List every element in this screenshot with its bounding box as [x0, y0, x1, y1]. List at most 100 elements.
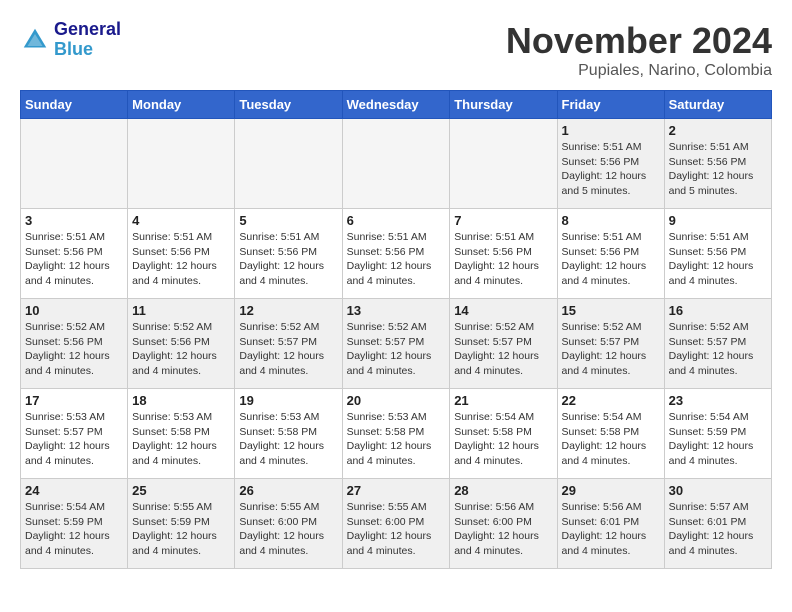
day-info: Sunrise: 5:53 AM Sunset: 5:58 PM Dayligh…: [132, 410, 230, 469]
day-cell: 8Sunrise: 5:51 AM Sunset: 5:56 PM Daylig…: [557, 209, 664, 299]
day-number: 29: [562, 483, 660, 498]
day-info: Sunrise: 5:51 AM Sunset: 5:56 PM Dayligh…: [132, 230, 230, 289]
logo-icon: [20, 25, 50, 55]
day-number: 3: [25, 213, 123, 228]
day-number: 4: [132, 213, 230, 228]
day-cell: 25 Sunrise: 5:55 AM Sunset: 5:59 PM Dayli…: [128, 479, 235, 569]
day-cell: 30 Sunrise: 5:57 AM Sunset: 6:01 PM Dayli…: [664, 479, 771, 569]
day-number: 21: [454, 393, 552, 408]
day-info: Sunrise: 5:51 AM Sunset: 5:56 PM Dayligh…: [454, 230, 552, 289]
weekday-header-saturday: Saturday: [664, 91, 771, 119]
day-info: Sunrise: 5:55 AM Sunset: 5:59 PM Dayligh…: [132, 500, 230, 559]
day-cell: [450, 119, 557, 209]
day-cell: 5 Sunrise: 5:51 AM Sunset: 5:56 PM Daylig…: [235, 209, 342, 299]
page-header: General Blue November 2024 Pupiales, Nar…: [20, 20, 772, 80]
day-number: 24: [25, 483, 123, 498]
day-cell: 24Sunrise: 5:54 AM Sunset: 5:59 PM Dayli…: [21, 479, 128, 569]
day-info: Sunrise: 5:51 AM Sunset: 5:56 PM Dayligh…: [669, 140, 767, 199]
weekday-header-wednesday: Wednesday: [342, 91, 450, 119]
logo: General Blue: [20, 20, 121, 60]
day-number: 15: [562, 303, 660, 318]
day-info: Sunrise: 5:54 AM Sunset: 5:58 PM Dayligh…: [454, 410, 552, 469]
day-number: 17: [25, 393, 123, 408]
day-info: Sunrise: 5:52 AM Sunset: 5:57 PM Dayligh…: [669, 320, 767, 379]
day-number: 12: [239, 303, 337, 318]
day-cell: 29 Sunrise: 5:56 AM Sunset: 6:01 PM Dayli…: [557, 479, 664, 569]
day-info: Sunrise: 5:51 AM Sunset: 5:56 PM Dayligh…: [347, 230, 446, 289]
day-info: Sunrise: 5:56 AM Sunset: 6:00 PM Dayligh…: [454, 500, 552, 559]
day-number: 25: [132, 483, 230, 498]
day-info: Sunrise: 5:53 AM Sunset: 5:58 PM Dayligh…: [239, 410, 337, 469]
day-number: 27: [347, 483, 446, 498]
day-info: Sunrise: 5:55 AM Sunset: 6:00 PM Dayligh…: [347, 500, 446, 559]
weekday-header-friday: Friday: [557, 91, 664, 119]
day-info: Sunrise: 5:56 AM Sunset: 6:01 PM Dayligh…: [562, 500, 660, 559]
day-cell: 21 Sunrise: 5:54 AM Sunset: 5:58 PM Dayli…: [450, 389, 557, 479]
day-number: 7: [454, 213, 552, 228]
day-info: Sunrise: 5:57 AM Sunset: 6:01 PM Dayligh…: [669, 500, 767, 559]
day-cell: 16 Sunrise: 5:52 AM Sunset: 5:57 PM Dayli…: [664, 299, 771, 389]
day-info: Sunrise: 5:55 AM Sunset: 6:00 PM Dayligh…: [239, 500, 337, 559]
day-number: 1: [562, 123, 660, 138]
day-number: 6: [347, 213, 446, 228]
calendar-table: SundayMondayTuesdayWednesdayThursdayFrid…: [20, 90, 772, 569]
weekday-header-thursday: Thursday: [450, 91, 557, 119]
week-row-3: 10 Sunrise: 5:52 AM Sunset: 5:56 PM Dayli…: [21, 299, 772, 389]
day-cell: 10 Sunrise: 5:52 AM Sunset: 5:56 PM Dayli…: [21, 299, 128, 389]
logo-general: General: [54, 20, 121, 40]
week-row-4: 17 Sunrise: 5:53 AM Sunset: 5:57 PM Dayli…: [21, 389, 772, 479]
day-cell: 22 Sunrise: 5:54 AM Sunset: 5:58 PM Dayli…: [557, 389, 664, 479]
day-cell: 18Sunrise: 5:53 AM Sunset: 5:58 PM Dayli…: [128, 389, 235, 479]
day-number: 19: [239, 393, 337, 408]
day-info: Sunrise: 5:52 AM Sunset: 5:56 PM Dayligh…: [132, 320, 230, 379]
day-info: Sunrise: 5:52 AM Sunset: 5:56 PM Dayligh…: [25, 320, 123, 379]
logo-blue: Blue: [54, 40, 121, 60]
week-row-2: 3 Sunrise: 5:51 AM Sunset: 5:56 PM Daylig…: [21, 209, 772, 299]
day-info: Sunrise: 5:52 AM Sunset: 5:57 PM Dayligh…: [562, 320, 660, 379]
day-cell: [235, 119, 342, 209]
day-cell: 26 Sunrise: 5:55 AM Sunset: 6:00 PM Dayli…: [235, 479, 342, 569]
day-number: 16: [669, 303, 767, 318]
day-cell: 6 Sunrise: 5:51 AM Sunset: 5:56 PM Daylig…: [342, 209, 450, 299]
week-row-5: 24Sunrise: 5:54 AM Sunset: 5:59 PM Dayli…: [21, 479, 772, 569]
day-cell: 13Sunrise: 5:52 AM Sunset: 5:57 PM Dayli…: [342, 299, 450, 389]
day-number: 28: [454, 483, 552, 498]
day-number: 2: [669, 123, 767, 138]
day-cell: 17 Sunrise: 5:53 AM Sunset: 5:57 PM Dayli…: [21, 389, 128, 479]
day-cell: 20Sunrise: 5:53 AM Sunset: 5:58 PM Dayli…: [342, 389, 450, 479]
weekday-header-tuesday: Tuesday: [235, 91, 342, 119]
day-info: Sunrise: 5:51 AM Sunset: 5:56 PM Dayligh…: [669, 230, 767, 289]
day-info: Sunrise: 5:51 AM Sunset: 5:56 PM Dayligh…: [562, 140, 660, 199]
day-cell: [21, 119, 128, 209]
day-number: 30: [669, 483, 767, 498]
month-title: November 2024: [506, 20, 772, 62]
day-info: Sunrise: 5:52 AM Sunset: 5:57 PM Dayligh…: [239, 320, 337, 379]
day-number: 26: [239, 483, 337, 498]
day-cell: 28 Sunrise: 5:56 AM Sunset: 6:00 PM Dayli…: [450, 479, 557, 569]
day-cell: 4 Sunrise: 5:51 AM Sunset: 5:56 PM Daylig…: [128, 209, 235, 299]
day-number: 23: [669, 393, 767, 408]
day-cell: 3Sunrise: 5:51 AM Sunset: 5:56 PM Daylig…: [21, 209, 128, 299]
day-cell: 2 Sunrise: 5:51 AM Sunset: 5:56 PM Daylig…: [664, 119, 771, 209]
day-number: 14: [454, 303, 552, 318]
day-number: 10: [25, 303, 123, 318]
day-cell: 9Sunrise: 5:51 AM Sunset: 5:56 PM Daylig…: [664, 209, 771, 299]
day-number: 22: [562, 393, 660, 408]
day-number: 8: [562, 213, 660, 228]
weekday-header-sunday: Sunday: [21, 91, 128, 119]
day-cell: 15 Sunrise: 5:52 AM Sunset: 5:57 PM Dayli…: [557, 299, 664, 389]
day-number: 13: [347, 303, 446, 318]
day-cell: 11Sunrise: 5:52 AM Sunset: 5:56 PM Dayli…: [128, 299, 235, 389]
day-cell: 19 Sunrise: 5:53 AM Sunset: 5:58 PM Dayli…: [235, 389, 342, 479]
day-cell: 27 Sunrise: 5:55 AM Sunset: 6:00 PM Dayli…: [342, 479, 450, 569]
logo-text: General Blue: [54, 20, 121, 60]
day-number: 5: [239, 213, 337, 228]
day-info: Sunrise: 5:54 AM Sunset: 5:58 PM Dayligh…: [562, 410, 660, 469]
day-cell: 7 Sunrise: 5:51 AM Sunset: 5:56 PM Daylig…: [450, 209, 557, 299]
day-info: Sunrise: 5:54 AM Sunset: 5:59 PM Dayligh…: [669, 410, 767, 469]
day-info: Sunrise: 5:53 AM Sunset: 5:57 PM Dayligh…: [25, 410, 123, 469]
location-title: Pupiales, Narino, Colombia: [506, 62, 772, 80]
day-info: Sunrise: 5:53 AM Sunset: 5:58 PM Dayligh…: [347, 410, 446, 469]
day-cell: 1 Sunrise: 5:51 AM Sunset: 5:56 PM Daylig…: [557, 119, 664, 209]
day-info: Sunrise: 5:51 AM Sunset: 5:56 PM Dayligh…: [239, 230, 337, 289]
